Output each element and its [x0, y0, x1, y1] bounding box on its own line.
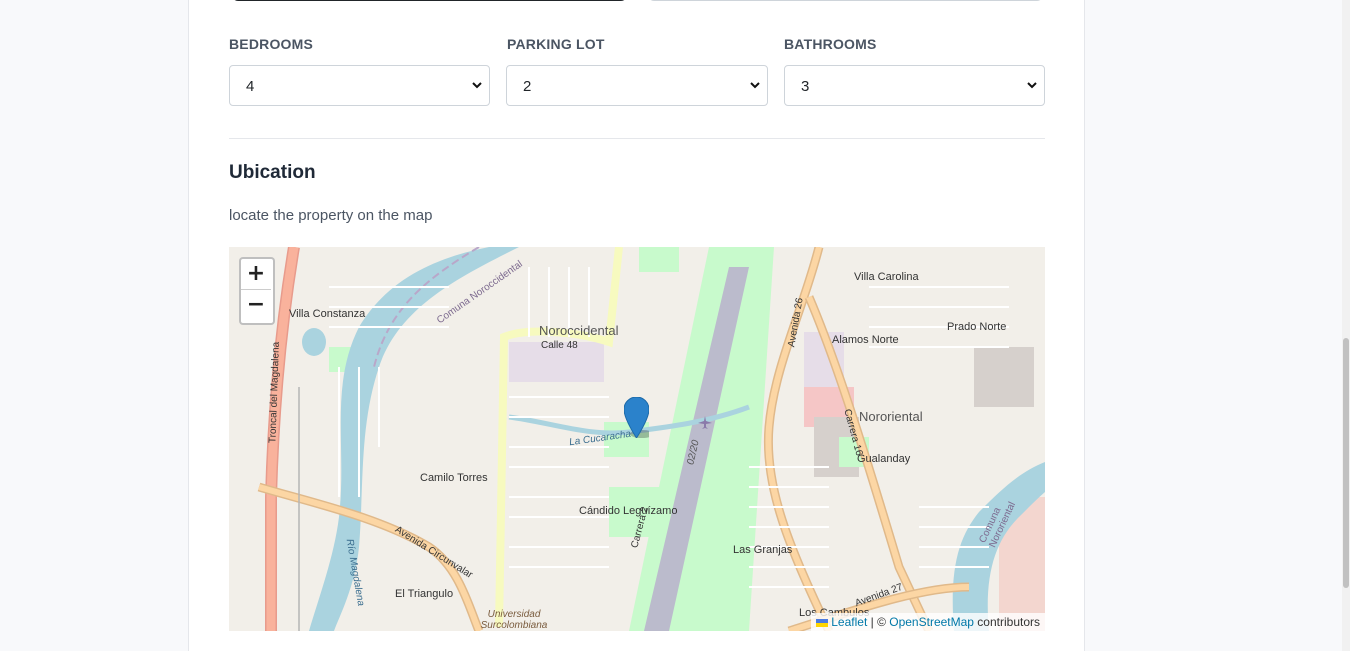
map-label: El Triangulo	[395, 588, 454, 600]
zoom-control: + −	[239, 257, 275, 325]
property-map[interactable]: Noroccidental Nororiental Villa Constanz…	[229, 247, 1045, 631]
map-label: Universidad Surcolombiana	[480, 609, 548, 631]
bathrooms-select[interactable]: 3	[784, 65, 1045, 106]
attribution-separator: | ©	[867, 615, 890, 629]
map-label: Las Granjas	[733, 544, 793, 556]
parking-lot-label: PARKING LOT	[507, 36, 605, 52]
map-label: Noroccidental	[539, 323, 619, 338]
bathrooms-label: BATHROOMS	[784, 36, 877, 52]
map-attribution: Leaflet | © OpenStreetMap contributors	[811, 613, 1045, 631]
chevron-down-icon	[1027, 82, 1037, 89]
chevron-down-icon	[472, 82, 482, 89]
attribution-suffix: contributors	[973, 615, 1040, 629]
map-label: Camilo Torres	[420, 472, 488, 484]
openstreetmap-link[interactable]: OpenStreetMap	[889, 615, 974, 629]
location-title: Ubication	[229, 162, 316, 183]
location-subtitle: locate the property on the map	[229, 207, 433, 224]
scrollbar-thumb[interactable]	[1343, 338, 1349, 588]
bedrooms-value: 4	[246, 78, 255, 95]
parking-lot-select[interactable]: 2	[506, 65, 768, 106]
previous-input-bottom[interactable]	[648, 0, 1043, 1]
map-label: Villa Constanza	[289, 308, 366, 320]
section-divider	[229, 138, 1045, 139]
leaflet-link[interactable]: Leaflet	[831, 615, 867, 629]
bedrooms-label: BEDROOMS	[229, 36, 314, 52]
previous-input-bottom[interactable]	[232, 0, 627, 1]
bathrooms-value: 3	[801, 78, 810, 95]
map-label: Prado Norte	[947, 321, 1007, 333]
map-label: Calle 48	[541, 340, 578, 351]
map-label: Cándido Leguízamo	[579, 505, 678, 517]
chevron-down-icon	[750, 82, 760, 89]
zoom-in-button[interactable]: +	[241, 259, 271, 290]
map-label: Villa Carolina	[854, 271, 919, 283]
map-label: Gualanday	[857, 453, 911, 465]
parking-lot-value: 2	[523, 78, 532, 95]
map-label: Alamos Norte	[832, 334, 899, 346]
airport-icon	[698, 416, 712, 429]
bedrooms-select[interactable]: 4	[229, 65, 490, 106]
zoom-out-button[interactable]: −	[241, 290, 271, 320]
map-label: Nororiental	[859, 409, 923, 424]
location-marker-icon[interactable]	[624, 397, 649, 438]
ukraine-flag-icon	[816, 619, 829, 627]
